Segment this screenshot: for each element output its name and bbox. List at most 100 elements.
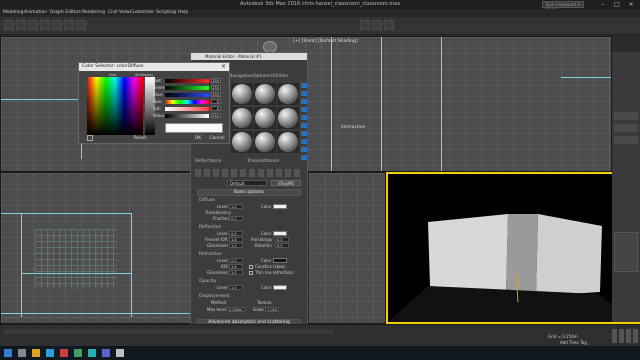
diffuse-level-spinner[interactable]: 1.0 <box>229 204 243 209</box>
hue-picker[interactable] <box>87 77 143 135</box>
hue-value[interactable]: 0 <box>211 99 221 104</box>
close-icon[interactable]: × <box>626 0 636 9</box>
bottom-left-viewport[interactable] <box>0 172 192 324</box>
menu-utilities[interactable]: Utilities <box>271 74 288 79</box>
displacement-scale-spinner[interactable]: 1.000 <box>265 307 279 312</box>
ok-button[interactable]: OK <box>191 135 205 142</box>
anisotropy-spinner[interactable]: 0.0 <box>275 237 289 242</box>
undo-icon[interactable] <box>4 20 14 30</box>
basic-params-header[interactable]: Basic options <box>197 189 301 196</box>
menu-item[interactable]: Help <box>178 10 188 15</box>
value-value[interactable]: 255 <box>211 113 221 118</box>
caustics-checkbox[interactable] <box>249 265 253 269</box>
red-slider[interactable] <box>165 79 209 83</box>
reflection-color-swatch[interactable] <box>273 231 287 236</box>
refraction-level-spinner[interactable]: 0.0 <box>229 258 243 263</box>
add-time-tag-button[interactable]: Add Time Tag <box>560 340 587 345</box>
menu-item[interactable]: Rendering <box>82 10 105 15</box>
refraction-glossiness-spinner[interactable]: 1.0 <box>229 270 243 275</box>
material-name-field[interactable]: Default <box>227 180 267 186</box>
blue-value[interactable]: 255 <box>211 92 221 97</box>
taskbar-app-icon[interactable] <box>116 349 124 357</box>
minimize-icon[interactable]: – <box>598 0 608 9</box>
blue-slider[interactable] <box>165 93 209 97</box>
eyedropper-icon[interactable] <box>87 135 93 141</box>
redo-icon[interactable] <box>16 20 26 30</box>
rotation-spinner[interactable]: 0.0 <box>275 243 289 248</box>
command-panel[interactable] <box>612 52 640 322</box>
sample-slot[interactable] <box>254 131 276 153</box>
diffuse-color-swatch[interactable] <box>273 204 287 209</box>
sample-slot[interactable] <box>231 83 253 105</box>
menu-item[interactable]: Graph Editors <box>50 10 81 15</box>
taskbar-app-icon[interactable] <box>102 349 110 357</box>
menu-item[interactable]: Scripting <box>156 10 176 15</box>
color-selector-dialog[interactable]: Color Selector: colorDiffuse × Hue White… <box>78 62 230 144</box>
displacement-max-spinner[interactable]: 0.000m <box>227 307 245 312</box>
red-value[interactable]: 255 <box>211 78 221 83</box>
menu-item[interactable]: Civil View <box>108 10 130 15</box>
move-icon[interactable] <box>52 20 62 30</box>
rotation-label: Rotation <box>255 243 272 248</box>
select-icon[interactable] <box>40 20 50 30</box>
search-input[interactable]: Type a keyword or phrase <box>542 1 584 12</box>
sample-slot[interactable] <box>231 131 253 153</box>
render-viewport[interactable] <box>386 172 640 324</box>
command-panel-button[interactable] <box>614 136 638 144</box>
command-panel-rollout[interactable] <box>614 232 638 272</box>
material-type-button[interactable]: VRayMtl <box>271 180 301 186</box>
render-icon[interactable] <box>384 20 394 30</box>
refraction-color-swatch[interactable] <box>273 258 287 263</box>
taskbar-app-icon[interactable] <box>32 349 40 357</box>
time-slider[interactable] <box>4 329 334 334</box>
sample-slot[interactable] <box>254 107 276 129</box>
sample-slot[interactable] <box>277 131 299 153</box>
taskbar-app-icon[interactable] <box>60 349 68 357</box>
opacity-color-swatch[interactable] <box>273 285 287 290</box>
viewport-label[interactable]: [+] [Front] [Default Shading] <box>293 39 358 44</box>
link-icon[interactable] <box>28 20 38 30</box>
reflection-level-spinner[interactable]: 0.0 <box>229 231 243 236</box>
cancel-button[interactable]: Cancel <box>207 135 227 142</box>
close-icon[interactable]: × <box>221 63 226 70</box>
taskbar-app-icon[interactable] <box>46 349 54 357</box>
middle-viewport[interactable] <box>308 172 386 324</box>
reset-button[interactable]: Reset <box>129 135 151 142</box>
sat-value[interactable]: 0 <box>211 106 221 111</box>
sample-slot[interactable] <box>254 83 276 105</box>
maximize-icon[interactable]: □ <box>612 0 622 9</box>
sample-slot[interactable] <box>277 107 299 129</box>
menu-navigation[interactable]: Navigation <box>229 74 253 79</box>
value-slider[interactable] <box>165 114 209 118</box>
fraction-spinner[interactable]: 0.0 <box>229 216 243 221</box>
menu-item[interactable]: Animation <box>24 10 47 15</box>
render-setup-icon[interactable] <box>372 20 382 30</box>
taskbar-app-icon[interactable] <box>88 349 96 357</box>
opacity-level-spinner[interactable]: 1.0 <box>229 285 243 290</box>
green-value[interactable]: 255 <box>211 85 221 90</box>
command-panel-button[interactable] <box>614 112 638 120</box>
material-editor-icon[interactable] <box>360 20 370 30</box>
taskbar-app-icon[interactable] <box>18 349 26 357</box>
playback-controls[interactable] <box>612 329 638 343</box>
rotate-icon[interactable] <box>64 20 74 30</box>
fresnel-spinner[interactable]: 1.6 <box>229 237 243 242</box>
sat-slider[interactable] <box>165 107 209 111</box>
menu-item[interactable]: Modeling <box>3 10 23 15</box>
menu-item[interactable]: Customize <box>130 10 154 15</box>
thin-checkbox[interactable] <box>249 271 253 275</box>
start-icon[interactable] <box>4 349 12 357</box>
reflection-glossiness-spinner[interactable]: 1.0 <box>229 243 243 248</box>
green-slider[interactable] <box>165 86 209 90</box>
caustics-label: Caustics (slow) <box>255 264 286 269</box>
scale-icon[interactable] <box>76 20 86 30</box>
taskbar-app-icon[interactable] <box>74 349 82 357</box>
side-tools-icons[interactable] <box>301 83 307 163</box>
ior-spinner[interactable]: 1.6 <box>229 264 243 269</box>
command-panel-button[interactable] <box>614 124 638 132</box>
menu-options[interactable]: Options <box>253 74 270 79</box>
material-toolbar-icons[interactable] <box>195 169 303 177</box>
hue-slider[interactable] <box>165 100 209 104</box>
sample-slot[interactable] <box>231 107 253 129</box>
sample-slot[interactable] <box>277 83 299 105</box>
